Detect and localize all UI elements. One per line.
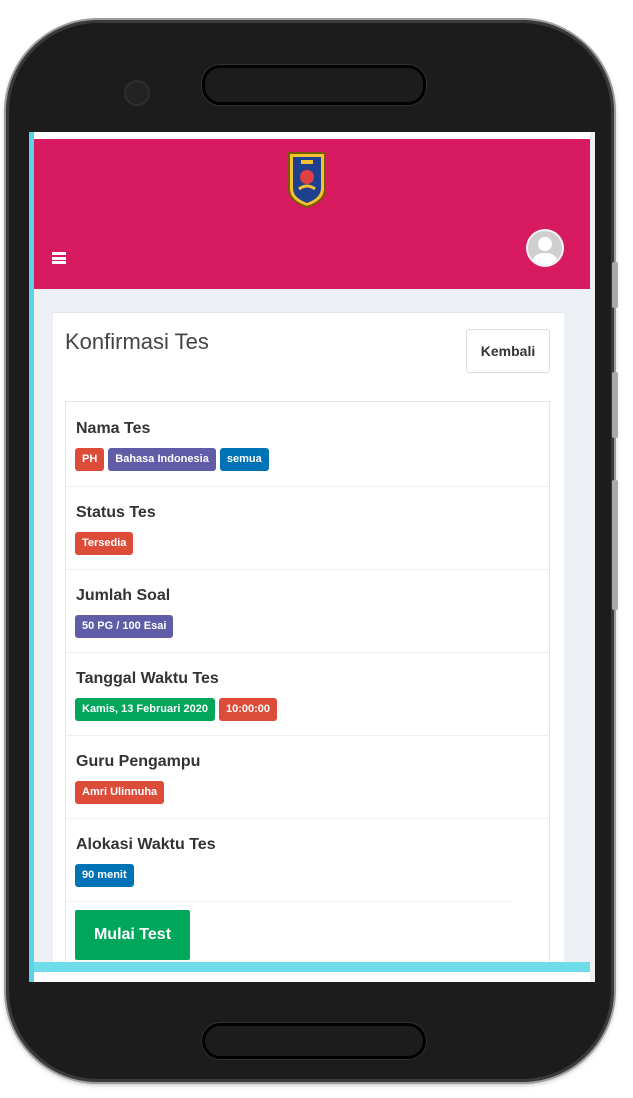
badge-duration: 90 menit <box>75 864 134 887</box>
status-strip <box>34 132 590 139</box>
detail-label: Status Tes <box>76 504 156 521</box>
test-details-list: Nama Tes PH Bahasa Indonesia semua Statu… <box>65 401 550 982</box>
front-camera <box>124 80 150 106</box>
start-test-button[interactable]: Mulai Test <box>75 910 190 960</box>
detail-label: Alokasi Waktu Tes <box>76 836 216 853</box>
detail-row-test-name: Nama Tes PH Bahasa Indonesia semua <box>66 402 549 487</box>
badge-teacher: Amri Ulinnuha <box>75 781 165 804</box>
top-navbar <box>34 139 590 289</box>
badge-date: Kamis, 13 Februari 2020 <box>75 698 215 721</box>
bottom-strip <box>34 972 590 982</box>
user-avatar-icon[interactable] <box>528 231 562 265</box>
badge-subject: Bahasa Indonesia <box>108 448 216 471</box>
badge-status: Tersedia <box>75 532 134 555</box>
detail-label: Guru Pengampu <box>76 753 201 770</box>
school-crest-icon[interactable] <box>287 149 327 209</box>
badge-time: 10:00:00 <box>218 698 278 721</box>
bottom-scroll-indicator <box>34 962 590 972</box>
volume-down-button <box>612 480 618 610</box>
badge-test-type: PH <box>75 448 105 471</box>
page-title: Konfirmasi Tes <box>65 329 209 354</box>
hamburger-icon[interactable] <box>52 252 66 264</box>
detail-row-datetime: Tanggal Waktu Tes Kamis, 13 Februari 202… <box>66 652 549 736</box>
earpiece-speaker <box>202 65 426 105</box>
detail-row-teacher: Guru Pengampu Amri Ulinnuha <box>66 735 549 819</box>
back-button[interactable]: Kembali <box>466 329 550 373</box>
phone-screen: Konfirmasi Tes Kembali Nama Tes PH Bahas… <box>29 132 595 982</box>
power-button <box>612 262 618 308</box>
detail-row-question-count: Jumlah Soal 50 PG / 100 Esai <box>66 569 549 653</box>
volume-up-button <box>612 372 618 438</box>
detail-label: Tanggal Waktu Tes <box>76 670 219 687</box>
detail-label: Jumlah Soal <box>76 587 171 604</box>
detail-label: Nama Tes <box>76 420 151 437</box>
detail-row-status: Status Tes Tersedia <box>66 486 549 570</box>
badge-question-count: 50 PG / 100 Esai <box>75 615 174 638</box>
bottom-speaker <box>202 1023 426 1059</box>
detail-row-duration: Alokasi Waktu Tes 90 menit <box>66 818 511 902</box>
badge-class: semua <box>219 448 269 471</box>
confirmation-card: Konfirmasi Tes Kembali Nama Tes PH Bahas… <box>53 312 564 982</box>
